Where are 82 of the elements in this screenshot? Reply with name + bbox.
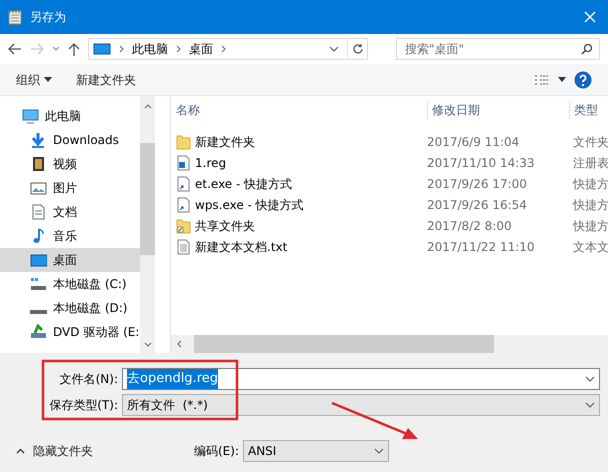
caret-icon[interactable]: [558, 77, 566, 82]
chevron-icon: [221, 45, 226, 53]
dropdown-icon: [374, 448, 384, 454]
file-name-field[interactable]: 去opendlg.reg: [122, 368, 600, 390]
file-name[interactable]: et.exe - 快捷方式: [195, 174, 292, 192]
up-icon[interactable]: [68, 42, 80, 56]
registry-file-icon: [176, 154, 191, 170]
pc-icon: [93, 43, 111, 55]
field-label: 文件名(N):: [58, 371, 119, 388]
chevron-icon: [176, 45, 181, 53]
dvd-drive-icon: [30, 324, 47, 340]
window-title: 另存为: [30, 9, 66, 26]
help-icon[interactable]: [574, 70, 592, 88]
hide-folders-toggle[interactable]: 隐藏文件夹: [16, 442, 93, 460]
search-field[interactable]: 搜索"桌面": [396, 38, 600, 60]
sidebar-item[interactable]: 此电脑: [0, 104, 140, 128]
notepad-icon: [8, 9, 22, 25]
modified-date: 2017/11/22 11:10: [426, 238, 536, 256]
shortcut-file-icon: [176, 196, 191, 212]
file-type: 注册表: [572, 154, 608, 172]
caret-icon: [44, 77, 52, 82]
search-icon: [581, 43, 593, 55]
download-icon: [30, 132, 47, 148]
new-folder-button[interactable]: 新建文件夹: [76, 70, 136, 88]
refresh-icon: [352, 43, 364, 55]
modified-date: 2017/9/26 16:54: [426, 196, 528, 214]
recent-dropdown-icon[interactable]: [52, 46, 60, 52]
folder-shortcut-icon: [176, 218, 191, 234]
chevron-icon: [119, 45, 124, 53]
column-header[interactable]: 名称: [171, 101, 427, 119]
column-header[interactable]: 修改日期: [426, 101, 569, 119]
sidebar-item[interactable]: 图片: [0, 176, 140, 200]
video-icon: [30, 156, 47, 172]
picture-icon: [30, 180, 47, 196]
folder-icon: [176, 134, 191, 150]
file-name[interactable]: 共享文件夹: [195, 216, 255, 234]
address-bar[interactable]: 此电脑 桌面: [88, 38, 368, 60]
back-icon[interactable]: [8, 43, 22, 55]
pc-icon: [22, 108, 39, 124]
sidebar-item[interactable]: DVD 驱动器 (E:: [0, 320, 140, 344]
file-type-select[interactable]: 所有文件 (*.*): [122, 394, 600, 416]
sidebar-item[interactable]: 视频: [0, 152, 140, 176]
modified-date: 2017/6/9 11:04: [426, 134, 520, 150]
file-type: 文件夹: [572, 134, 608, 150]
modified-date: 2017/8/2 8:00: [426, 218, 513, 234]
scroll-down-icon[interactable]: [144, 342, 152, 347]
field-label: 保存类型(T):: [48, 397, 119, 414]
file-name[interactable]: 新建文件夹: [195, 132, 255, 150]
scrollbar-thumb[interactable]: [194, 335, 494, 353]
view-options-icon[interactable]: [534, 74, 550, 86]
scroll-left-icon[interactable]: [177, 340, 182, 348]
file-type: 文本文: [572, 238, 608, 256]
search-placeholder: 搜索"桌面": [405, 41, 464, 58]
organize-menu[interactable]: 组织: [16, 70, 52, 88]
scroll-up-icon[interactable]: [144, 104, 152, 109]
disk-icon: [30, 276, 47, 292]
breadcrumb-item[interactable]: 桌面: [189, 40, 213, 58]
sidebar-item[interactable]: Downloads: [0, 128, 140, 152]
sidebar-item[interactable]: 本地磁盘 (C:): [0, 272, 140, 296]
document-icon: [30, 204, 47, 220]
modified-date: 2017/9/26 17:00: [426, 176, 528, 192]
dropdown-icon: [585, 376, 595, 382]
column-header[interactable]: 类型: [568, 101, 608, 119]
sidebar-item[interactable]: 桌面: [0, 248, 140, 272]
close-icon[interactable]: [584, 11, 596, 23]
sidebar-item[interactable]: 文档: [0, 200, 140, 224]
encoding-select[interactable]: ANSI: [243, 440, 389, 462]
dropdown-icon: [585, 402, 595, 408]
sidebar-item[interactable]: 本地磁盘 (D:): [0, 296, 140, 320]
text-file-icon: [176, 238, 191, 254]
file-name[interactable]: 1.reg: [195, 154, 226, 172]
scrollbar-thumb[interactable]: [140, 143, 155, 255]
field-label: 编码(E):: [194, 443, 239, 460]
file-name[interactable]: wps.exe - 快捷方式: [195, 196, 304, 214]
sidebar-item[interactable]: 音乐: [0, 224, 140, 248]
file-name[interactable]: 新建文本文档.txt: [195, 238, 288, 256]
modified-date: 2017/11/10 14:33: [426, 154, 536, 172]
desktop-icon: [30, 252, 47, 268]
shortcut-file-icon: [176, 176, 191, 192]
dropdown-icon[interactable]: [329, 46, 339, 52]
breadcrumb-item[interactable]: 此电脑: [132, 40, 168, 58]
caret-up-icon: [16, 448, 25, 454]
